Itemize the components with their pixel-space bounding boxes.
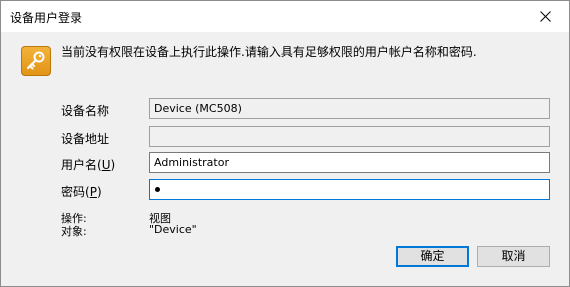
key-icon <box>21 46 51 76</box>
username-label-prefix: 用户名( <box>61 158 102 172</box>
title-bar: 设备用户登录 <box>1 1 569 32</box>
object-value: "Device" <box>149 223 197 236</box>
device-address-label: 设备地址 <box>61 132 110 146</box>
ok-button[interactable]: 确定 <box>396 246 469 267</box>
username-input[interactable]: Administrator <box>149 152 550 173</box>
object-label: 对象: <box>61 225 87 238</box>
password-label-key: P <box>89 185 97 199</box>
device-name-field: Device (MC508) <box>149 98 550 119</box>
permission-message: 当前没有权限在设备上执行此操作.请输入具有足够权限的用户帐户名称和密码. <box>61 45 477 59</box>
dialog-title: 设备用户登录 <box>10 11 83 25</box>
close-button[interactable] <box>524 1 569 32</box>
password-mask-dot <box>155 187 160 192</box>
cancel-button[interactable]: 取消 <box>477 246 550 267</box>
device-name-label: 设备名称 <box>61 104 110 118</box>
password-label-prefix: 密码( <box>61 185 90 199</box>
close-icon <box>540 11 551 22</box>
password-label-suffix: ) <box>96 185 102 199</box>
device-address-field <box>149 126 550 147</box>
login-dialog: 设备用户登录 当前没有权限在设备上执行此操作.请输入具有足够权限的用户帐户名称和… <box>0 0 570 287</box>
username-label: 用户名(U) <box>61 156 115 173</box>
username-label-suffix: ) <box>110 158 116 172</box>
password-label: 密码(P) <box>61 183 102 200</box>
password-input[interactable] <box>149 179 550 200</box>
